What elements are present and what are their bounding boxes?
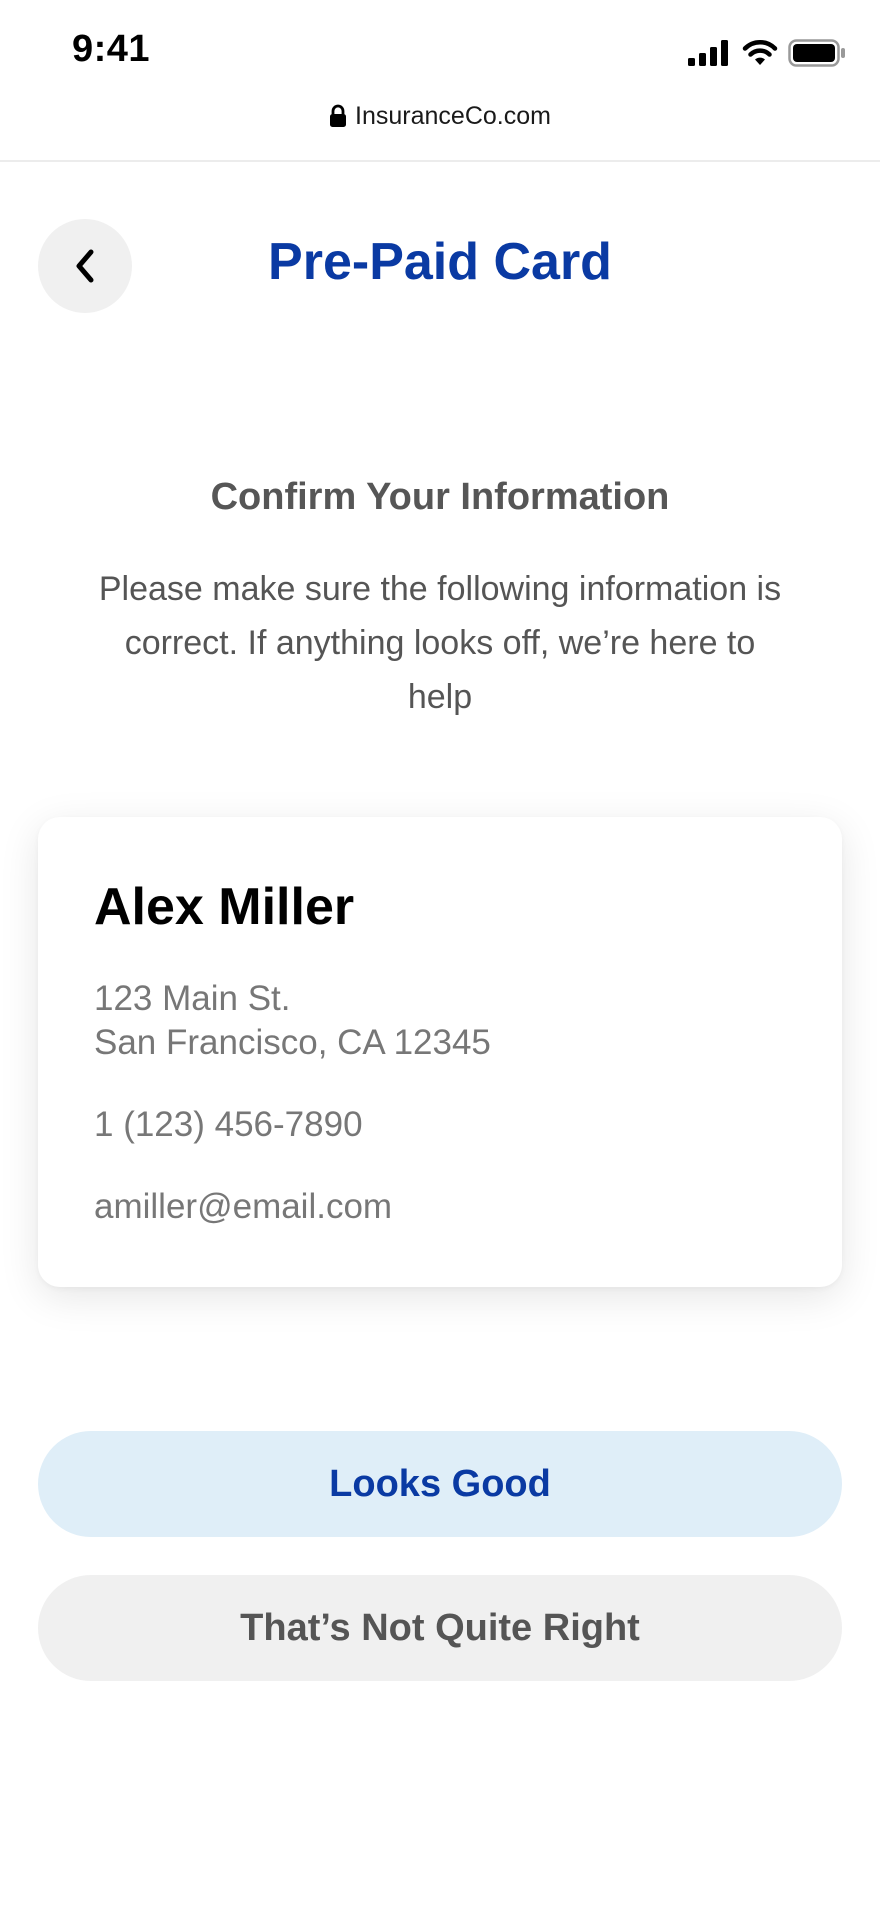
status-icons [688,38,846,68]
lock-icon [330,104,347,127]
page-title: Pre-Paid Card [268,233,612,291]
info-card: Alex Miller 123 Main St. San Francisco, … [38,817,842,1287]
customer-name: Alex Miller [94,878,355,936]
status-bar: 9:41 [0,0,880,100]
url-text: InsuranceCo.com [355,101,551,130]
section-title: Confirm Your Information [210,476,670,518]
address-line-2: San Francisco, CA 12345 [94,1023,491,1062]
address-line-1: 123 Main St. [94,979,291,1018]
header-divider [0,160,880,162]
email-address: amiller@email.com [94,1187,393,1226]
wifi-icon [742,40,778,65]
looks-good-button[interactable]: Looks Good [38,1431,842,1537]
battery-icon [788,39,845,67]
signal-icon [688,40,728,66]
not-quite-right-button[interactable]: That’s Not Quite Right [38,1575,842,1681]
section-description: Please make sure the following informati… [98,570,782,716]
address-bar[interactable]: InsuranceCo.com [0,96,880,136]
phone-number: 1 (123) 456-7890 [94,1105,363,1144]
status-time: 9:41 [72,28,151,70]
